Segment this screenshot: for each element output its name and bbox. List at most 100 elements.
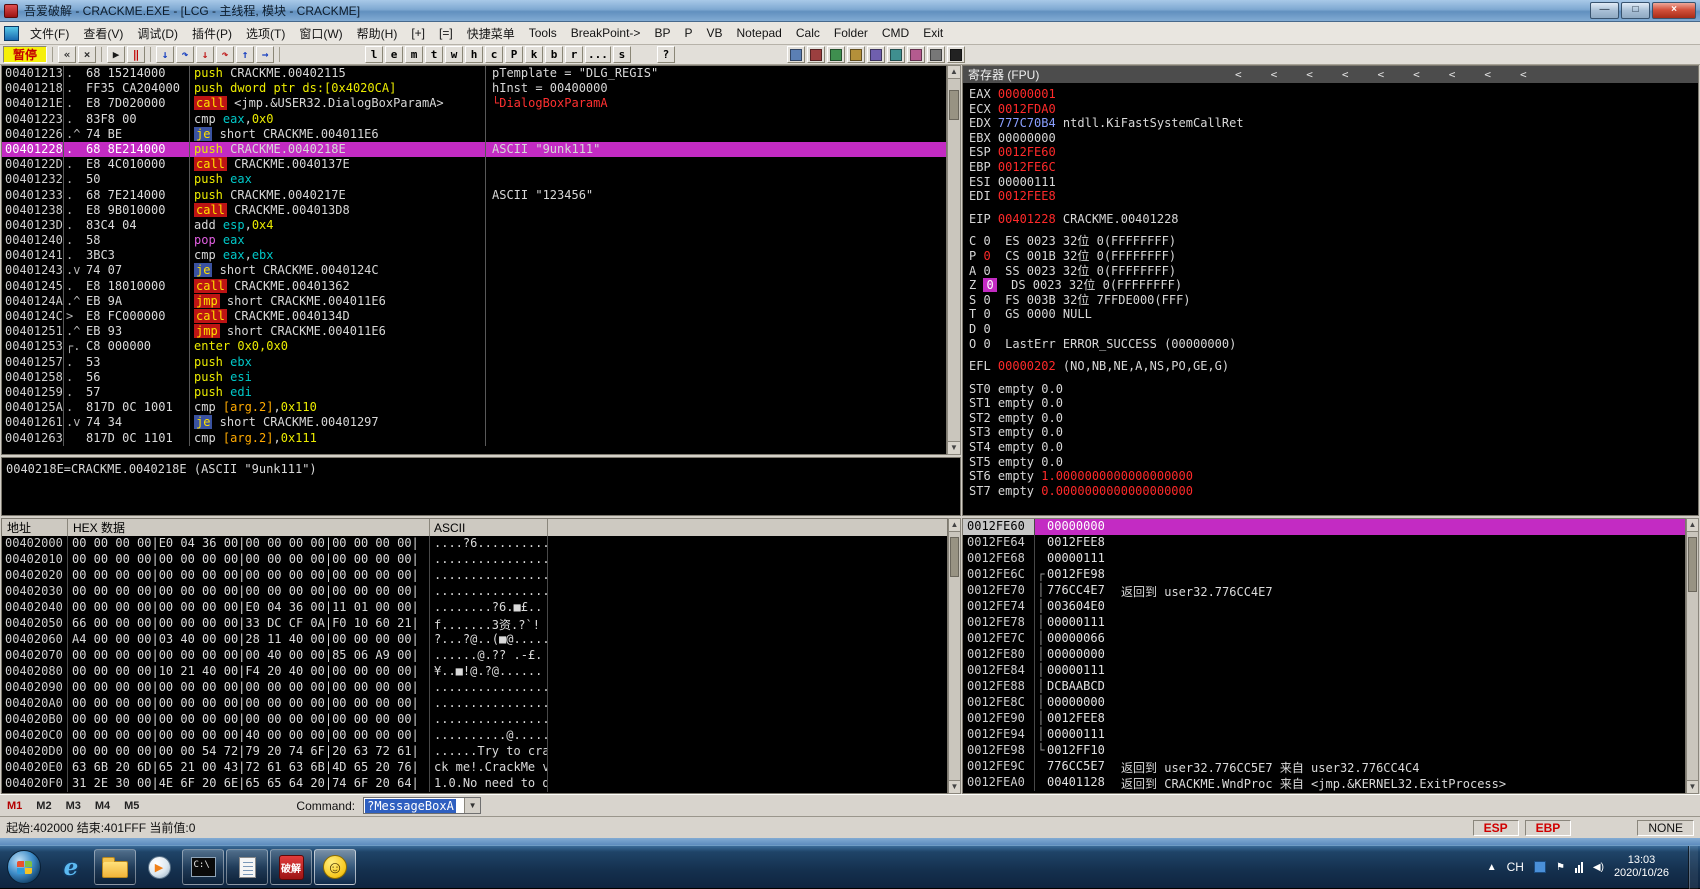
disasm-row[interactable]: 00401241. 3BC3 cmp eax,ebx — [2, 248, 946, 264]
disasm-row[interactable]: 0040125A. 817D 0C 1001 cmp [arg.2],0x110 — [2, 400, 946, 416]
window-button-k[interactable]: k — [525, 46, 544, 63]
dump-row[interactable]: 004020C0 00 00 00 00|00 00 00 00|40 00 00… — [2, 728, 947, 744]
stack-row[interactable]: 0012FE7C │ 00000066 — [963, 631, 1685, 647]
disasm-row[interactable]: 0040124C > E8 FC000000 call CRACKME.0040134… — [2, 309, 946, 325]
run-icon[interactable]: ▶ — [107, 46, 126, 63]
command-input[interactable]: ?MessageBoxA ▼ — [363, 797, 482, 814]
window-button-l[interactable]: l — [365, 46, 384, 63]
disasm-row[interactable]: 0040121E. E8 7D020000 call <jmp.&USER32.Di… — [2, 96, 946, 112]
dump-row[interactable]: 00402010 00 00 00 00|00 00 00 00|00 00 00… — [2, 552, 947, 568]
menu-item-3[interactable]: 调试(D) — [130, 22, 185, 44]
window-button-s[interactable]: s — [612, 46, 631, 63]
plugin-icon-2[interactable] — [806, 46, 825, 63]
register-line[interactable]: Z 0 DS 0023 32位 0(FFFFFFFF) — [969, 278, 1698, 293]
stack-row[interactable]: 0012FE60 00000000 — [963, 519, 1685, 535]
disasm-scrollbar[interactable]: ▲ ▼ — [947, 65, 961, 455]
dump-row[interactable]: 00402030 00 00 00 00|00 00 00 00|00 00 00… — [2, 584, 947, 600]
restart-icon[interactable]: « — [58, 46, 77, 63]
window-button-c[interactable]: c — [485, 46, 504, 63]
register-line[interactable]: ESI 00000111 — [969, 175, 1698, 190]
action-center-icon[interactable]: ⚑ — [1556, 862, 1565, 873]
plugin-icon-7[interactable] — [906, 46, 925, 63]
disasm-row[interactable]: 0040123D. 83C4 04 add esp,0x4 — [2, 217, 946, 234]
scroll-up-icon[interactable]: ▲ — [1687, 519, 1698, 532]
execute-till-return-icon[interactable]: ↑ — [236, 46, 255, 63]
menu-item-20[interactable]: Exit — [916, 22, 950, 44]
animate-over-icon[interactable]: ↷ — [216, 46, 235, 63]
stack-row[interactable]: 0012FEA0 00401128 返回到 CRACKME.WndProc 来自 <… — [963, 775, 1685, 791]
chevron-left-icon[interactable]: < — [1235, 68, 1242, 81]
menu-item-14[interactable]: P — [677, 22, 699, 44]
menu-item-10[interactable]: 快捷菜单 — [460, 22, 522, 44]
dump-row[interactable]: 00402040 00 00 00 00|00 00 00 00|E0 04 36… — [2, 600, 947, 616]
register-line[interactable]: ST2 empty 0.0 — [969, 411, 1698, 426]
chevron-left-icon[interactable]: < — [1271, 68, 1278, 81]
taskbar-app-crackme[interactable]: ☺ — [314, 849, 356, 885]
dump-row[interactable]: 00402020 00 00 00 00|00 00 00 00|00 00 00… — [2, 568, 947, 584]
stack-scrollbar[interactable]: ▲ ▼ — [1686, 518, 1699, 794]
plugin-icon-9[interactable] — [946, 46, 965, 63]
register-line[interactable]: ST7 empty 0.0000000000000000000 — [969, 484, 1698, 499]
disasm-row[interactable]: 00401261 .v 74 34 je short CRACKME.00401297 — [2, 415, 946, 431]
disasm-row[interactable]: 00401245. E8 18010000 call CRACKME.0040136… — [2, 278, 946, 294]
register-line[interactable]: ST6 empty 1.0000000000000000000 — [969, 469, 1698, 484]
plugin-icon-1[interactable] — [786, 46, 805, 63]
menu-item-7[interactable]: 帮助(H) — [350, 22, 405, 44]
scroll-thumb[interactable] — [950, 537, 959, 577]
menu-item-6[interactable]: 窗口(W) — [292, 22, 349, 44]
window-button-b[interactable]: b — [545, 46, 564, 63]
pause-icon[interactable]: ‖ — [127, 46, 146, 63]
show-desktop-button[interactable] — [1688, 845, 1698, 889]
register-line[interactable]: ST3 empty 0.0 — [969, 425, 1698, 440]
dump-header-ascii[interactable]: ASCII — [430, 519, 548, 536]
register-line[interactable]: ST5 empty 0.0 — [969, 455, 1698, 470]
menu-item-4[interactable]: 插件(P) — [185, 22, 239, 44]
dump-row[interactable]: 00402050 66 00 00 00|00 00 00 00|33 DC CF… — [2, 616, 947, 632]
chevron-left-icon[interactable]: < — [1449, 68, 1456, 81]
dump-row[interactable]: 00402080 00 00 00 00|10 21 40 00|F4 20 40… — [2, 664, 947, 680]
register-line[interactable]: ST1 empty 0.0 — [969, 396, 1698, 411]
memory-tab-m5[interactable]: M5 — [117, 800, 146, 812]
disasm-row[interactable]: 00401251 .^ EB 93 jmp short CRACKME.004011E… — [2, 324, 946, 340]
window-button-t[interactable]: t — [425, 46, 444, 63]
plugin-icon-6[interactable] — [886, 46, 905, 63]
plugin-icon-3[interactable] — [826, 46, 845, 63]
disasm-row[interactable]: 00401233. 68 7E214000 push CRACKME.0040217… — [2, 187, 946, 203]
close-button[interactable]: × — [1652, 2, 1696, 19]
menu-item-1[interactable]: 文件(F) — [23, 22, 76, 44]
menu-item-17[interactable]: Calc — [789, 22, 827, 44]
disasm-row[interactable]: 00401263 817D 0C 1101 cmp [arg.2],0x111 — [2, 430, 946, 446]
window-button-h[interactable]: h — [465, 46, 484, 63]
disasm-row[interactable]: 0040124A .^ EB 9A jmp short CRACKME.004011E… — [2, 293, 946, 309]
menu-item-11[interactable]: Tools — [522, 22, 564, 44]
disasm-row[interactable]: 00401243 .v 74 07 je short CRACKME.0040124C — [2, 263, 946, 279]
taskbar-app-script[interactable] — [226, 849, 268, 885]
chevron-left-icon[interactable]: < — [1413, 68, 1420, 81]
register-line[interactable]: EBP 0012FE6C — [969, 160, 1698, 175]
dump-row[interactable]: 004020E0 63 6B 20 6D|65 21 00 43|72 61 63… — [2, 760, 947, 776]
scroll-down-icon[interactable]: ▼ — [1687, 780, 1698, 793]
memory-tab-m4[interactable]: M4 — [88, 800, 117, 812]
scroll-up-icon[interactable]: ▲ — [948, 66, 960, 79]
menu-item-8[interactable]: [+] — [404, 22, 432, 44]
menu-item-16[interactable]: Notepad — [729, 22, 788, 44]
menu-item-12[interactable]: BreakPoint-> — [564, 22, 648, 44]
disasm-row[interactable]: 00401253 ┌. C8 000000 enter 0x0,0x0 — [2, 339, 946, 355]
register-line[interactable]: EDX 777C70B4 ntdll.KiFastSystemCallRet — [969, 116, 1698, 131]
taskbar-app-media-player[interactable]: ▶ — [138, 849, 180, 885]
register-line[interactable]: EIP 00401228 CRACKME.00401228 — [969, 212, 1698, 227]
memory-tab-m2[interactable]: M2 — [29, 800, 58, 812]
step-over-icon[interactable]: ↷ — [176, 46, 195, 63]
stack-row[interactable]: 0012FE8C │ 00000000 — [963, 695, 1685, 711]
register-line[interactable]: ESP 0012FE60 — [969, 145, 1698, 160]
stack-row[interactable]: 0012FE78 │ 00000111 — [963, 615, 1685, 631]
disasm-row[interactable]: 00401213. 68 15214000 push CRACKME.0040211… — [2, 66, 946, 82]
register-line[interactable]: EDI 0012FEE8 — [969, 189, 1698, 204]
register-line[interactable]: EAX 00000001 — [969, 87, 1698, 102]
dump-header-address[interactable]: 地址 — [2, 519, 68, 536]
hidden-icons-button[interactable]: ▲ — [1487, 862, 1497, 873]
window-button-m[interactable]: m — [405, 46, 424, 63]
register-line[interactable]: C 0 ES 0023 32位 0(FFFFFFFF) — [969, 234, 1698, 249]
register-line[interactable]: O 0 LastErr ERROR_SUCCESS (00000000) — [969, 337, 1698, 352]
minimize-button[interactable]: — — [1590, 2, 1619, 19]
